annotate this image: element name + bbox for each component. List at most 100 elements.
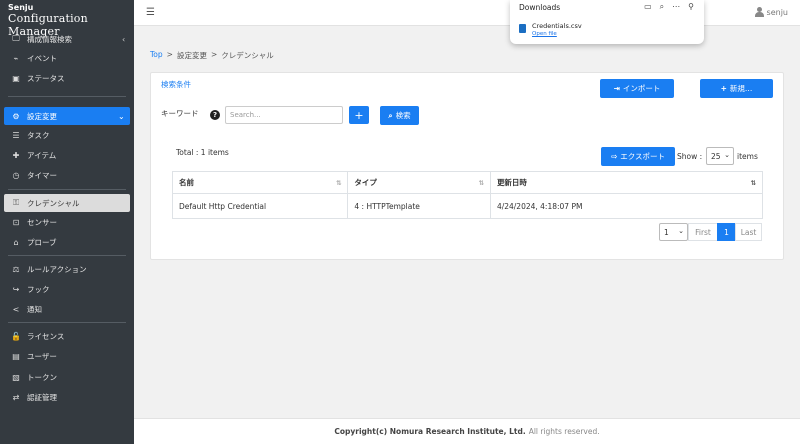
add-condition-button[interactable]: + bbox=[349, 106, 369, 124]
sidebar-item-probe[interactable]: ⌂ プローブ bbox=[0, 233, 134, 251]
import-button[interactable]: ⇥ インポート bbox=[600, 79, 674, 98]
sidebar-item-timer[interactable]: ◷ タイマー bbox=[0, 166, 134, 184]
sidebar-item-credential[interactable]: ⚿ クレデンシャル bbox=[4, 194, 130, 212]
search-section-title[interactable]: 検索条件 bbox=[161, 79, 191, 90]
user-icon bbox=[754, 7, 764, 17]
search-button[interactable]: ⌕ 検索 bbox=[380, 106, 419, 125]
sidebar-item-config-search[interactable]: 🖵 構成情報検索 ‹ bbox=[0, 30, 134, 48]
sort-icon[interactable]: ⇅ bbox=[336, 179, 341, 187]
new-label: 新規… bbox=[729, 84, 753, 93]
sidebar-item-sensor[interactable]: ⊡ センサー bbox=[0, 213, 134, 231]
hamburger-menu-icon[interactable]: ☰ bbox=[146, 7, 155, 18]
sidebar-item-status[interactable]: ▣ ステータス bbox=[0, 69, 134, 87]
sidebar-item-label: イベント bbox=[27, 53, 57, 63]
first-page-button[interactable]: First bbox=[688, 223, 718, 241]
plus-icon: + bbox=[720, 84, 727, 93]
sidebar-item-hook[interactable]: ↪ フック bbox=[0, 280, 134, 298]
sensor-icon: ⊡ bbox=[12, 217, 20, 227]
current-page-button[interactable]: 1 bbox=[717, 223, 736, 241]
page-size-select[interactable]: 25 ⌄ bbox=[706, 147, 734, 165]
open-file-link[interactable]: Open file bbox=[532, 31, 557, 37]
sidebar-item-task[interactable]: ☰ タスク bbox=[0, 126, 134, 144]
breadcrumb: Top > 設定変更 > クレデンシャル bbox=[150, 50, 274, 61]
sidebar-item-event[interactable]: ⌁ イベント bbox=[0, 49, 134, 67]
pin-icon[interactable]: ⚲ bbox=[688, 2, 694, 12]
sidebar-item-settings-change[interactable]: ⚙ 設定変更 ⌄ bbox=[4, 107, 130, 125]
more-icon[interactable]: ⋯ bbox=[672, 2, 680, 12]
pulse-icon: ⌁ bbox=[13, 53, 19, 63]
sidebar-item-token[interactable]: ▧ トークン bbox=[0, 368, 134, 386]
column-header-label: タイプ bbox=[354, 178, 377, 187]
help-icon[interactable]: ? bbox=[210, 110, 220, 120]
table-row[interactable]: Default Http Credential 4 : HTTPTemplate… bbox=[173, 194, 762, 218]
sidebar-item-rule-action[interactable]: ⚖ ルールアクション bbox=[0, 260, 134, 278]
sidebar-item-label: クレデンシャル bbox=[27, 198, 80, 208]
user-menu[interactable]: senju bbox=[754, 7, 788, 17]
page-select-value: 1 bbox=[664, 227, 669, 237]
search-icon[interactable]: ⌕ bbox=[660, 2, 664, 12]
hook-icon: ↪ bbox=[12, 284, 20, 294]
sidebar-item-auth[interactable]: ⇄ 認証管理 bbox=[0, 388, 134, 406]
sort-icon[interactable]: ⇅ bbox=[478, 179, 483, 187]
import-icon: ⇥ bbox=[613, 84, 620, 93]
export-button[interactable]: ⇨ エクスポート bbox=[601, 147, 675, 166]
sidebar-item-notification[interactable]: < 通知 bbox=[0, 300, 134, 318]
credential-table: 名前 ⇅ タイプ ⇅ 更新日時 ⇅ Default Http Credentia… bbox=[172, 171, 763, 219]
breadcrumb-item: 設定変更 bbox=[176, 51, 207, 60]
downloads-toolbar: ▭ ⌕ ⋯ ⚲ bbox=[644, 2, 694, 12]
breadcrumb-separator: > bbox=[210, 50, 218, 59]
brand-logo: Senju Configuration Manager bbox=[0, 0, 134, 38]
chevron-down-icon: ⌄ bbox=[118, 111, 125, 121]
sidebar-item-label: プローブ bbox=[27, 237, 57, 247]
pagination: 1 ⌄ First 1 Last bbox=[659, 223, 762, 241]
folder-icon[interactable]: ▭ bbox=[644, 2, 652, 12]
download-file-name[interactable]: Credentials.csv bbox=[532, 22, 582, 30]
sidebar-item-user[interactable]: ▤ ユーザー bbox=[0, 347, 134, 365]
search-icon: ⌕ bbox=[388, 110, 393, 120]
sidebar-item-label: 構成情報検索 bbox=[27, 34, 72, 44]
last-page-button[interactable]: Last bbox=[735, 223, 762, 241]
sidebar-item-label: ライセンス bbox=[27, 331, 65, 341]
column-header-updated[interactable]: 更新日時 ⇅ bbox=[490, 172, 762, 194]
sidebar-item-label: ステータス bbox=[27, 73, 65, 83]
column-header-type[interactable]: タイプ ⇅ bbox=[348, 172, 491, 194]
share-icon: < bbox=[12, 304, 20, 314]
sidebar-divider bbox=[8, 189, 126, 190]
cell-type: 4 : HTTPTemplate bbox=[348, 194, 491, 218]
search-input[interactable] bbox=[225, 106, 343, 124]
import-label: インポート bbox=[622, 84, 661, 93]
breadcrumb-separator: > bbox=[166, 50, 173, 59]
breadcrumb-top-link[interactable]: Top bbox=[150, 50, 163, 61]
sidebar-divider bbox=[8, 322, 126, 323]
probe-icon: ⌂ bbox=[13, 237, 19, 247]
footer: Copyright(c) Nomura Research Institute, … bbox=[134, 418, 800, 444]
sidebar-item-item[interactable]: ✚ アイテム bbox=[0, 146, 134, 164]
file-icon bbox=[519, 24, 526, 33]
sort-icon[interactable]: ⇅ bbox=[751, 179, 756, 187]
page-select[interactable]: 1 ⌄ bbox=[659, 223, 688, 241]
sidebar: Senju Configuration Manager 🖵 構成情報検索 ‹ ⌁… bbox=[0, 0, 134, 444]
sidebar-item-license[interactable]: 🔓 ライセンス bbox=[0, 327, 134, 345]
sidebar-item-label: センサー bbox=[27, 217, 57, 227]
puzzle-icon: ✚ bbox=[12, 150, 20, 160]
sidebar-divider bbox=[8, 255, 126, 256]
footer-rights: All rights reserved. bbox=[528, 427, 600, 436]
monitor-search-icon: 🖵 bbox=[12, 34, 20, 43]
sidebar-item-label: ルールアクション bbox=[27, 264, 87, 274]
sidebar-item-label: ユーザー bbox=[27, 351, 57, 361]
sidebar-item-label: フック bbox=[27, 284, 50, 294]
sidebar-item-label: 通知 bbox=[27, 304, 42, 314]
key-icon: ⚿ bbox=[12, 198, 20, 207]
task-list-icon: ☰ bbox=[12, 130, 20, 140]
cell-updated: 4/24/2024, 4:18:07 PM bbox=[496, 201, 583, 211]
downloads-panel: Downloads ▭ ⌕ ⋯ ⚲ Credentials.csv Open f… bbox=[510, 0, 704, 44]
column-header-label: 名前 bbox=[179, 178, 194, 187]
chevron-down-icon: ⌄ bbox=[678, 227, 684, 235]
chevron-down-icon: ⌄ bbox=[724, 151, 730, 159]
new-button[interactable]: + 新規… bbox=[700, 79, 773, 98]
sidebar-item-label: トークン bbox=[27, 372, 57, 382]
plus-icon: + bbox=[354, 108, 364, 122]
column-header-name[interactable]: 名前 ⇅ bbox=[173, 172, 349, 194]
user-name: senju bbox=[766, 7, 788, 17]
page-size-value: 25 bbox=[711, 151, 721, 161]
